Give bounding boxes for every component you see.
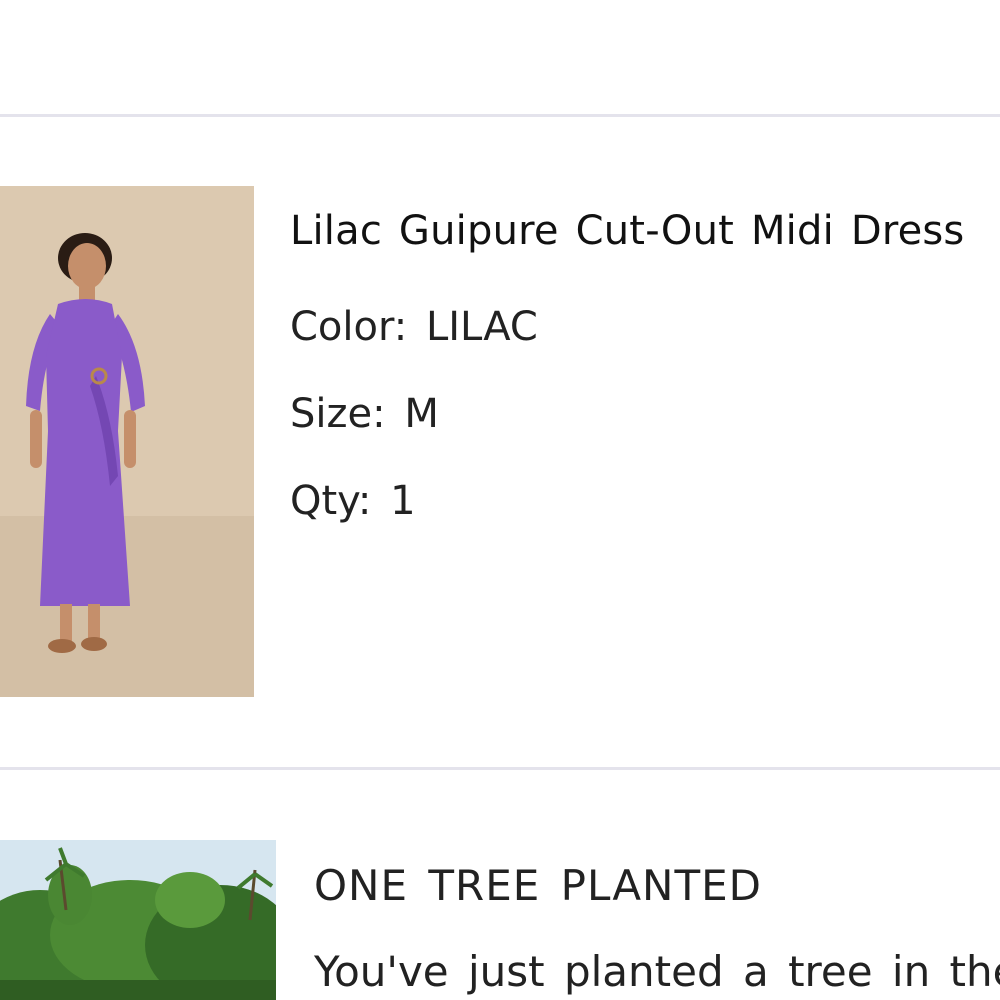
tree-heading: ONE TREE PLANTED	[314, 861, 762, 910]
color-label: Color:	[290, 304, 408, 350]
size-label: Size:	[290, 391, 386, 437]
forest-photo-icon	[0, 840, 276, 1000]
product-details: Lilac Guipure Cut-Out Midi Dress Color: …	[290, 200, 1000, 523]
qty-line: Qty: 1	[290, 479, 1000, 523]
product-image[interactable]	[0, 186, 254, 697]
tree-details: ONE TREE PLANTED You've just planted a t…	[314, 858, 1000, 1000]
middle-divider	[0, 767, 1000, 770]
qty-value: 1	[390, 478, 416, 524]
color-line: Color: LILAC	[290, 305, 1000, 349]
product-title[interactable]: Lilac Guipure Cut-Out Midi Dress	[290, 200, 1000, 262]
size-value: M	[404, 391, 439, 437]
color-value: LILAC	[425, 304, 538, 350]
top-divider	[0, 114, 1000, 117]
tree-message: You've just planted a tree in the	[314, 947, 1000, 996]
tree-image	[0, 840, 276, 1000]
dress-photo-icon	[0, 186, 254, 697]
size-line: Size: M	[290, 392, 1000, 436]
qty-label: Qty:	[290, 478, 372, 524]
